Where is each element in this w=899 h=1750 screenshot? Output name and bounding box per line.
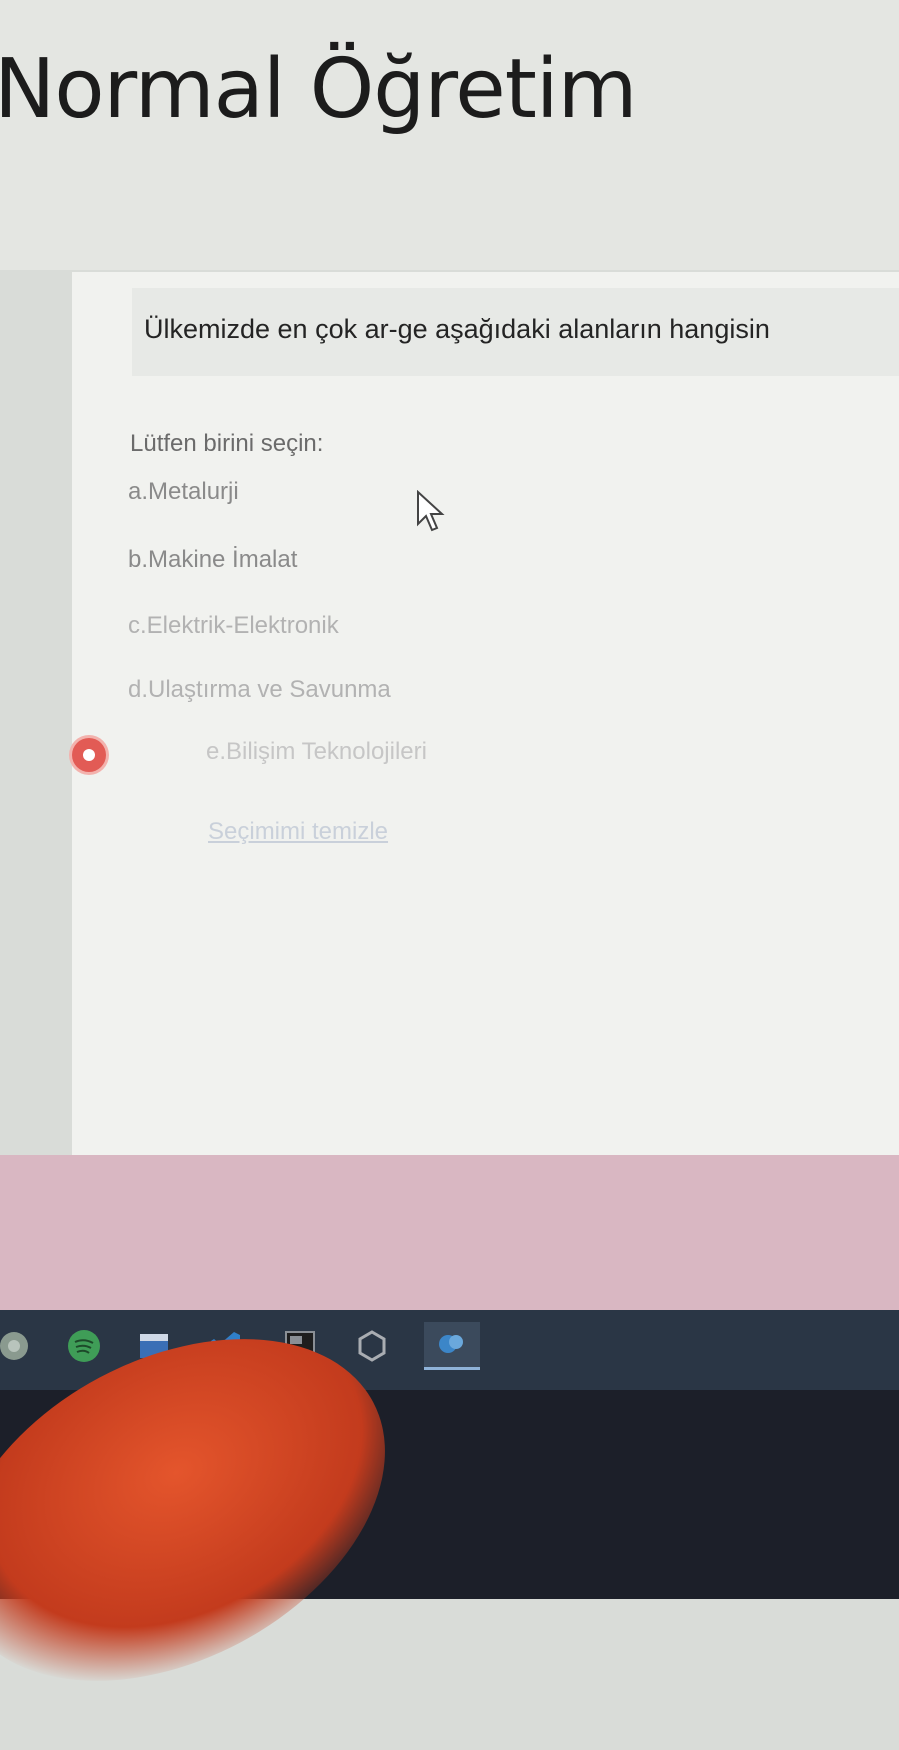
option-e-radio[interactable]: [72, 738, 106, 772]
question-text: Ülkemizde en çok ar-ge aşağıdaki alanlar…: [144, 314, 770, 344]
mouse-cursor-icon: [417, 490, 445, 532]
clear-selection-link[interactable]: Seçimimi temizle: [208, 818, 388, 846]
unity-icon[interactable]: [352, 1326, 392, 1366]
option-a[interactable]: a.Metalurji: [128, 478, 239, 506]
option-c[interactable]: c.Elektrik-Elektronik: [128, 612, 339, 640]
question-box: Ülkemizde en çok ar-ge aşağıdaki alanlar…: [132, 288, 899, 376]
option-d[interactable]: d.Ulaştırma ve Savunma: [128, 676, 391, 704]
answer-prompt: Lütfen birini seçin:: [130, 430, 324, 457]
page-title: Normal Öğretim: [0, 42, 638, 137]
page-header: Normal Öğretim: [0, 0, 899, 270]
chrome-icon[interactable]: [0, 1326, 40, 1366]
quiz-panel: Ülkemizde en çok ar-ge aşağıdaki alanlar…: [72, 272, 899, 1184]
active-app-icon[interactable]: [424, 1322, 480, 1370]
spotify-icon[interactable]: [64, 1326, 104, 1366]
option-b[interactable]: b.Makine İmalat: [128, 546, 297, 574]
option-e[interactable]: e.Bilişim Teknolojileri: [206, 738, 427, 766]
